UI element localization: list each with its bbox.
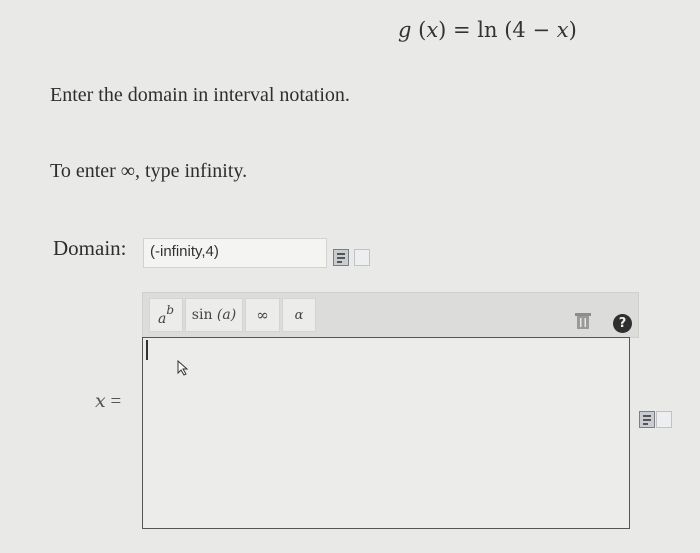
sin-arg: (a) bbox=[216, 307, 237, 323]
power-button[interactable]: ab bbox=[149, 298, 183, 332]
formula-x: x bbox=[426, 18, 439, 42]
answer-equals: = bbox=[110, 391, 122, 412]
help-icon[interactable]: ? bbox=[613, 314, 632, 333]
formula-mid: ) = ln (4 − bbox=[438, 18, 557, 42]
power-base: a bbox=[157, 311, 167, 327]
instruction-text: Enter the domain in interval notation. bbox=[50, 84, 350, 106]
infinity-hint: To enter ∞, type infinity. bbox=[50, 160, 248, 182]
document-icon[interactable] bbox=[639, 411, 655, 428]
domain-label: Domain: bbox=[53, 236, 127, 260]
page-icon[interactable] bbox=[656, 411, 672, 428]
power-exp: b bbox=[166, 303, 175, 317]
formula-end: ) bbox=[568, 18, 577, 42]
domain-input[interactable]: (-infinity,4) bbox=[143, 238, 327, 268]
math-toolbar: ab sin (a) ∞ α bbox=[142, 292, 639, 338]
formula-g: g bbox=[398, 18, 412, 42]
formula-x2: x bbox=[556, 18, 569, 42]
infinity-button[interactable]: ∞ bbox=[245, 298, 280, 332]
trash-icon[interactable] bbox=[574, 311, 592, 331]
alpha-button[interactable]: α bbox=[282, 298, 316, 332]
answer-variable: x bbox=[95, 390, 106, 412]
mouse-pointer-icon bbox=[176, 359, 190, 381]
sin-label: sin bbox=[191, 307, 213, 323]
text-cursor bbox=[146, 340, 148, 360]
page-icon[interactable] bbox=[354, 249, 370, 266]
document-icon[interactable] bbox=[333, 249, 349, 266]
answer-variable-label: x = bbox=[95, 390, 121, 413]
sin-button[interactable]: sin (a) bbox=[185, 298, 243, 332]
answer-editor[interactable] bbox=[142, 337, 630, 529]
function-formula: g (x) = ln (4 − x) bbox=[398, 18, 577, 42]
